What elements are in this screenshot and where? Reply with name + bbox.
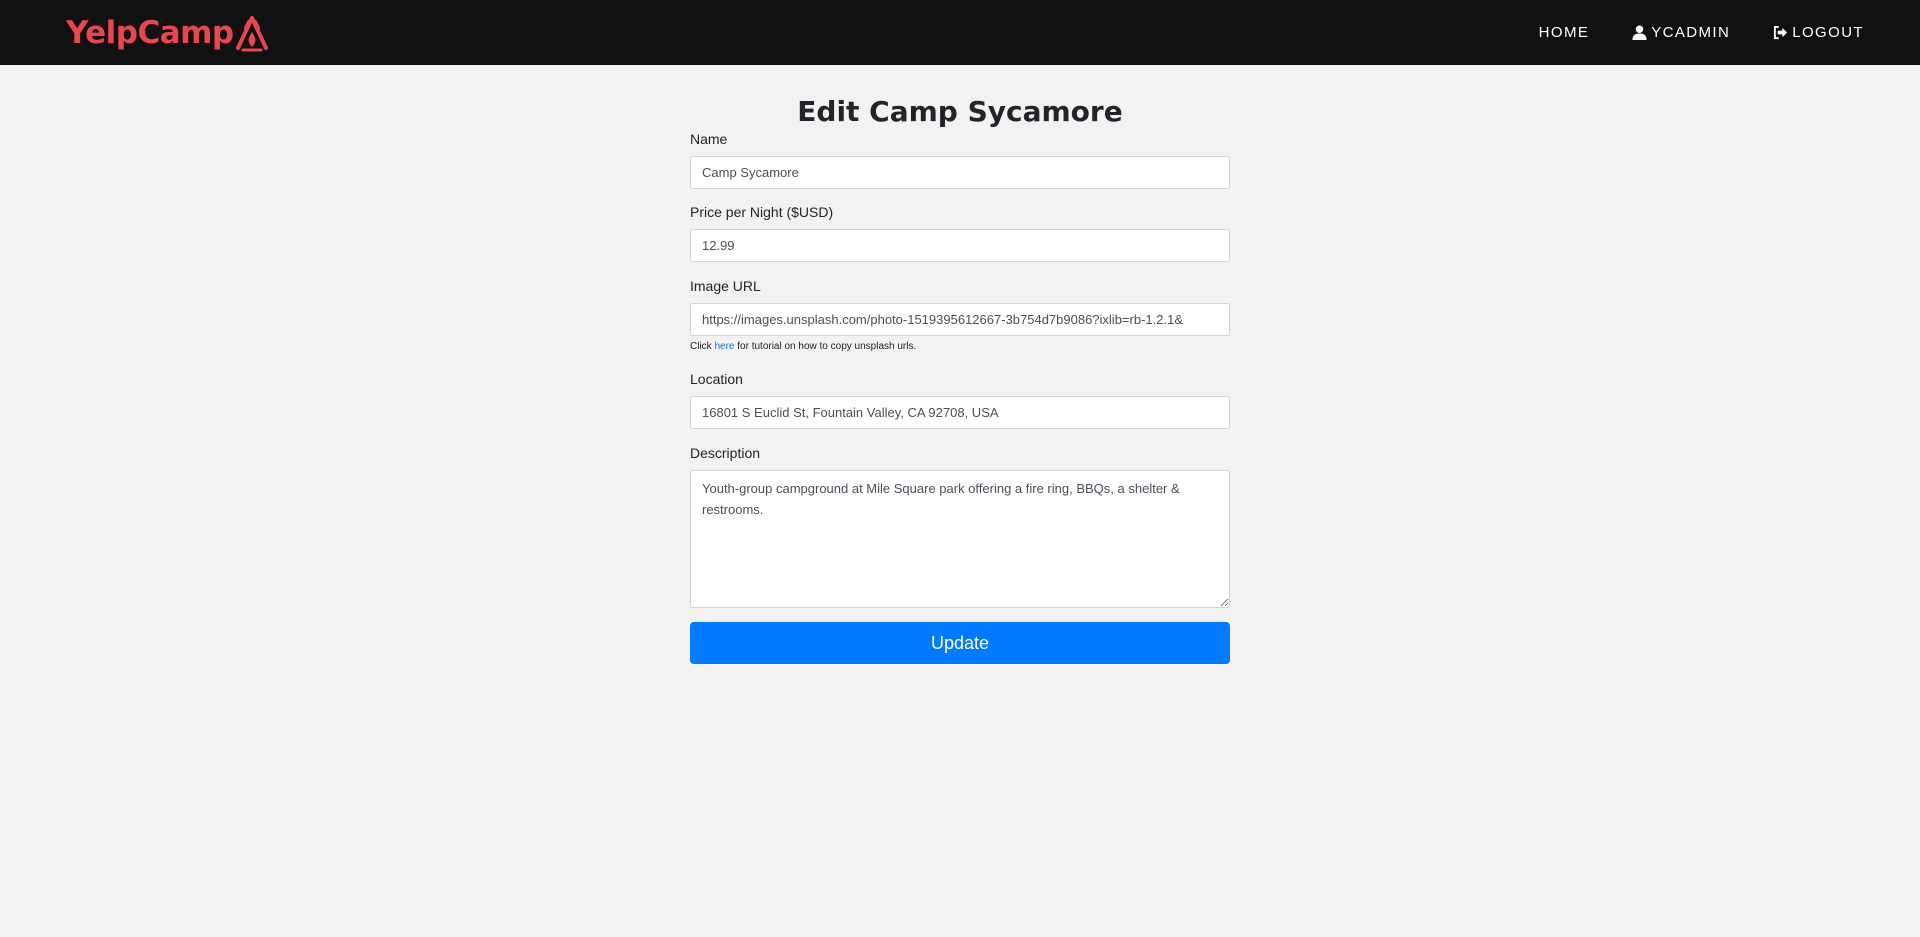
name-input[interactable] (690, 156, 1230, 189)
brand-link[interactable]: YelpCamp (66, 12, 269, 54)
brand-name: YelpCamp (66, 15, 234, 51)
nav-links: HOME YCADMIN LOGOUT (1496, 0, 1864, 65)
nav-logout-label: LOGOUT (1792, 24, 1864, 41)
sign-out-icon (1774, 25, 1788, 40)
top-navbar: YelpCamp HOME YCADMIN LOGOUT (0, 0, 1920, 65)
help-prefix: Click (690, 341, 715, 352)
update-button[interactable]: Update (690, 622, 1230, 664)
image-url-input[interactable] (690, 303, 1230, 336)
name-label: Name (690, 131, 728, 147)
price-input[interactable] (690, 229, 1230, 262)
description-textarea[interactable]: Youth-group campground at Mile Square pa… (690, 470, 1230, 608)
nav-home-link[interactable]: HOME (1539, 13, 1590, 53)
tent-logo-icon (235, 16, 268, 52)
nav-user-label: YCADMIN (1651, 24, 1731, 41)
nav-logout-link[interactable]: LOGOUT (1773, 13, 1864, 53)
page-title: Edit Camp Sycamore (797, 95, 1123, 128)
tutorial-link[interactable]: here (714, 341, 734, 352)
nav-user-link[interactable]: YCADMIN (1632, 13, 1730, 53)
price-label: Price per Night ($USD) (690, 204, 834, 220)
help-suffix: for tutorial on how to copy unsplash url… (734, 341, 917, 352)
user-icon (1632, 25, 1647, 40)
description-label: Description (690, 445, 761, 461)
location-label: Location (690, 371, 743, 387)
location-input[interactable] (690, 396, 1230, 429)
image-url-help: Click here for tutorial on how to copy u… (690, 340, 916, 353)
image-url-label: Image URL (690, 278, 761, 294)
nav-home-label: HOME (1538, 24, 1590, 41)
